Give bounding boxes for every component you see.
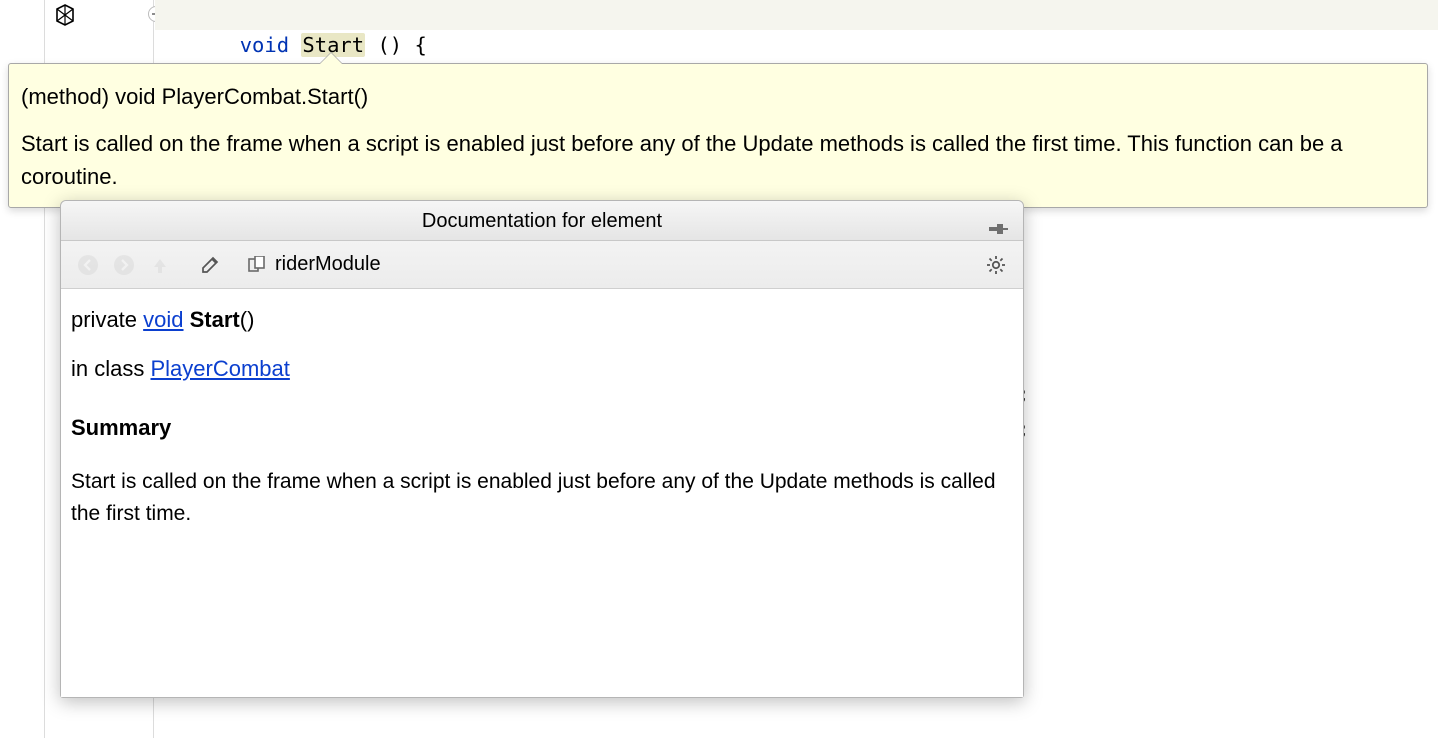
gear-icon	[985, 254, 1007, 276]
tooltip-caret-icon	[319, 53, 343, 65]
void-link[interactable]: void	[143, 307, 183, 332]
tooltip-signature: (method) void PlayerCombat.Start()	[21, 80, 1415, 113]
doc-body[interactable]: private void Start() in class PlayerComb…	[61, 289, 1023, 697]
edit-button[interactable]	[193, 248, 227, 282]
up-button[interactable]	[143, 248, 177, 282]
doc-in-class: in class PlayerCombat	[71, 352, 1005, 385]
doc-title-text: Documentation for element	[422, 210, 662, 232]
settings-button[interactable]	[979, 248, 1013, 282]
tooltip-body: Start is called on the frame when a scri…	[21, 127, 1415, 193]
back-button[interactable]	[71, 248, 105, 282]
summary-paragraph: Start is called on the frame when a scri…	[71, 466, 1005, 529]
doc-signature: private void Start()	[71, 303, 1005, 336]
documentation-panel: Documentation for element	[60, 200, 1024, 698]
forward-button[interactable]	[107, 248, 141, 282]
playercombat-link[interactable]: PlayerCombat	[150, 356, 289, 381]
code-line-start[interactable]: void Start () {	[155, 0, 1438, 30]
quick-info-tooltip: (method) void PlayerCombat.Start() Start…	[8, 63, 1428, 208]
unity-icon[interactable]	[53, 3, 77, 27]
summary-heading: Summary	[71, 411, 1005, 444]
doc-toolbar: riderModule	[61, 241, 1023, 289]
module-icon	[247, 256, 269, 274]
module-selector[interactable]: riderModule	[247, 253, 381, 276]
doc-title-bar[interactable]: Documentation for element	[61, 201, 1023, 241]
